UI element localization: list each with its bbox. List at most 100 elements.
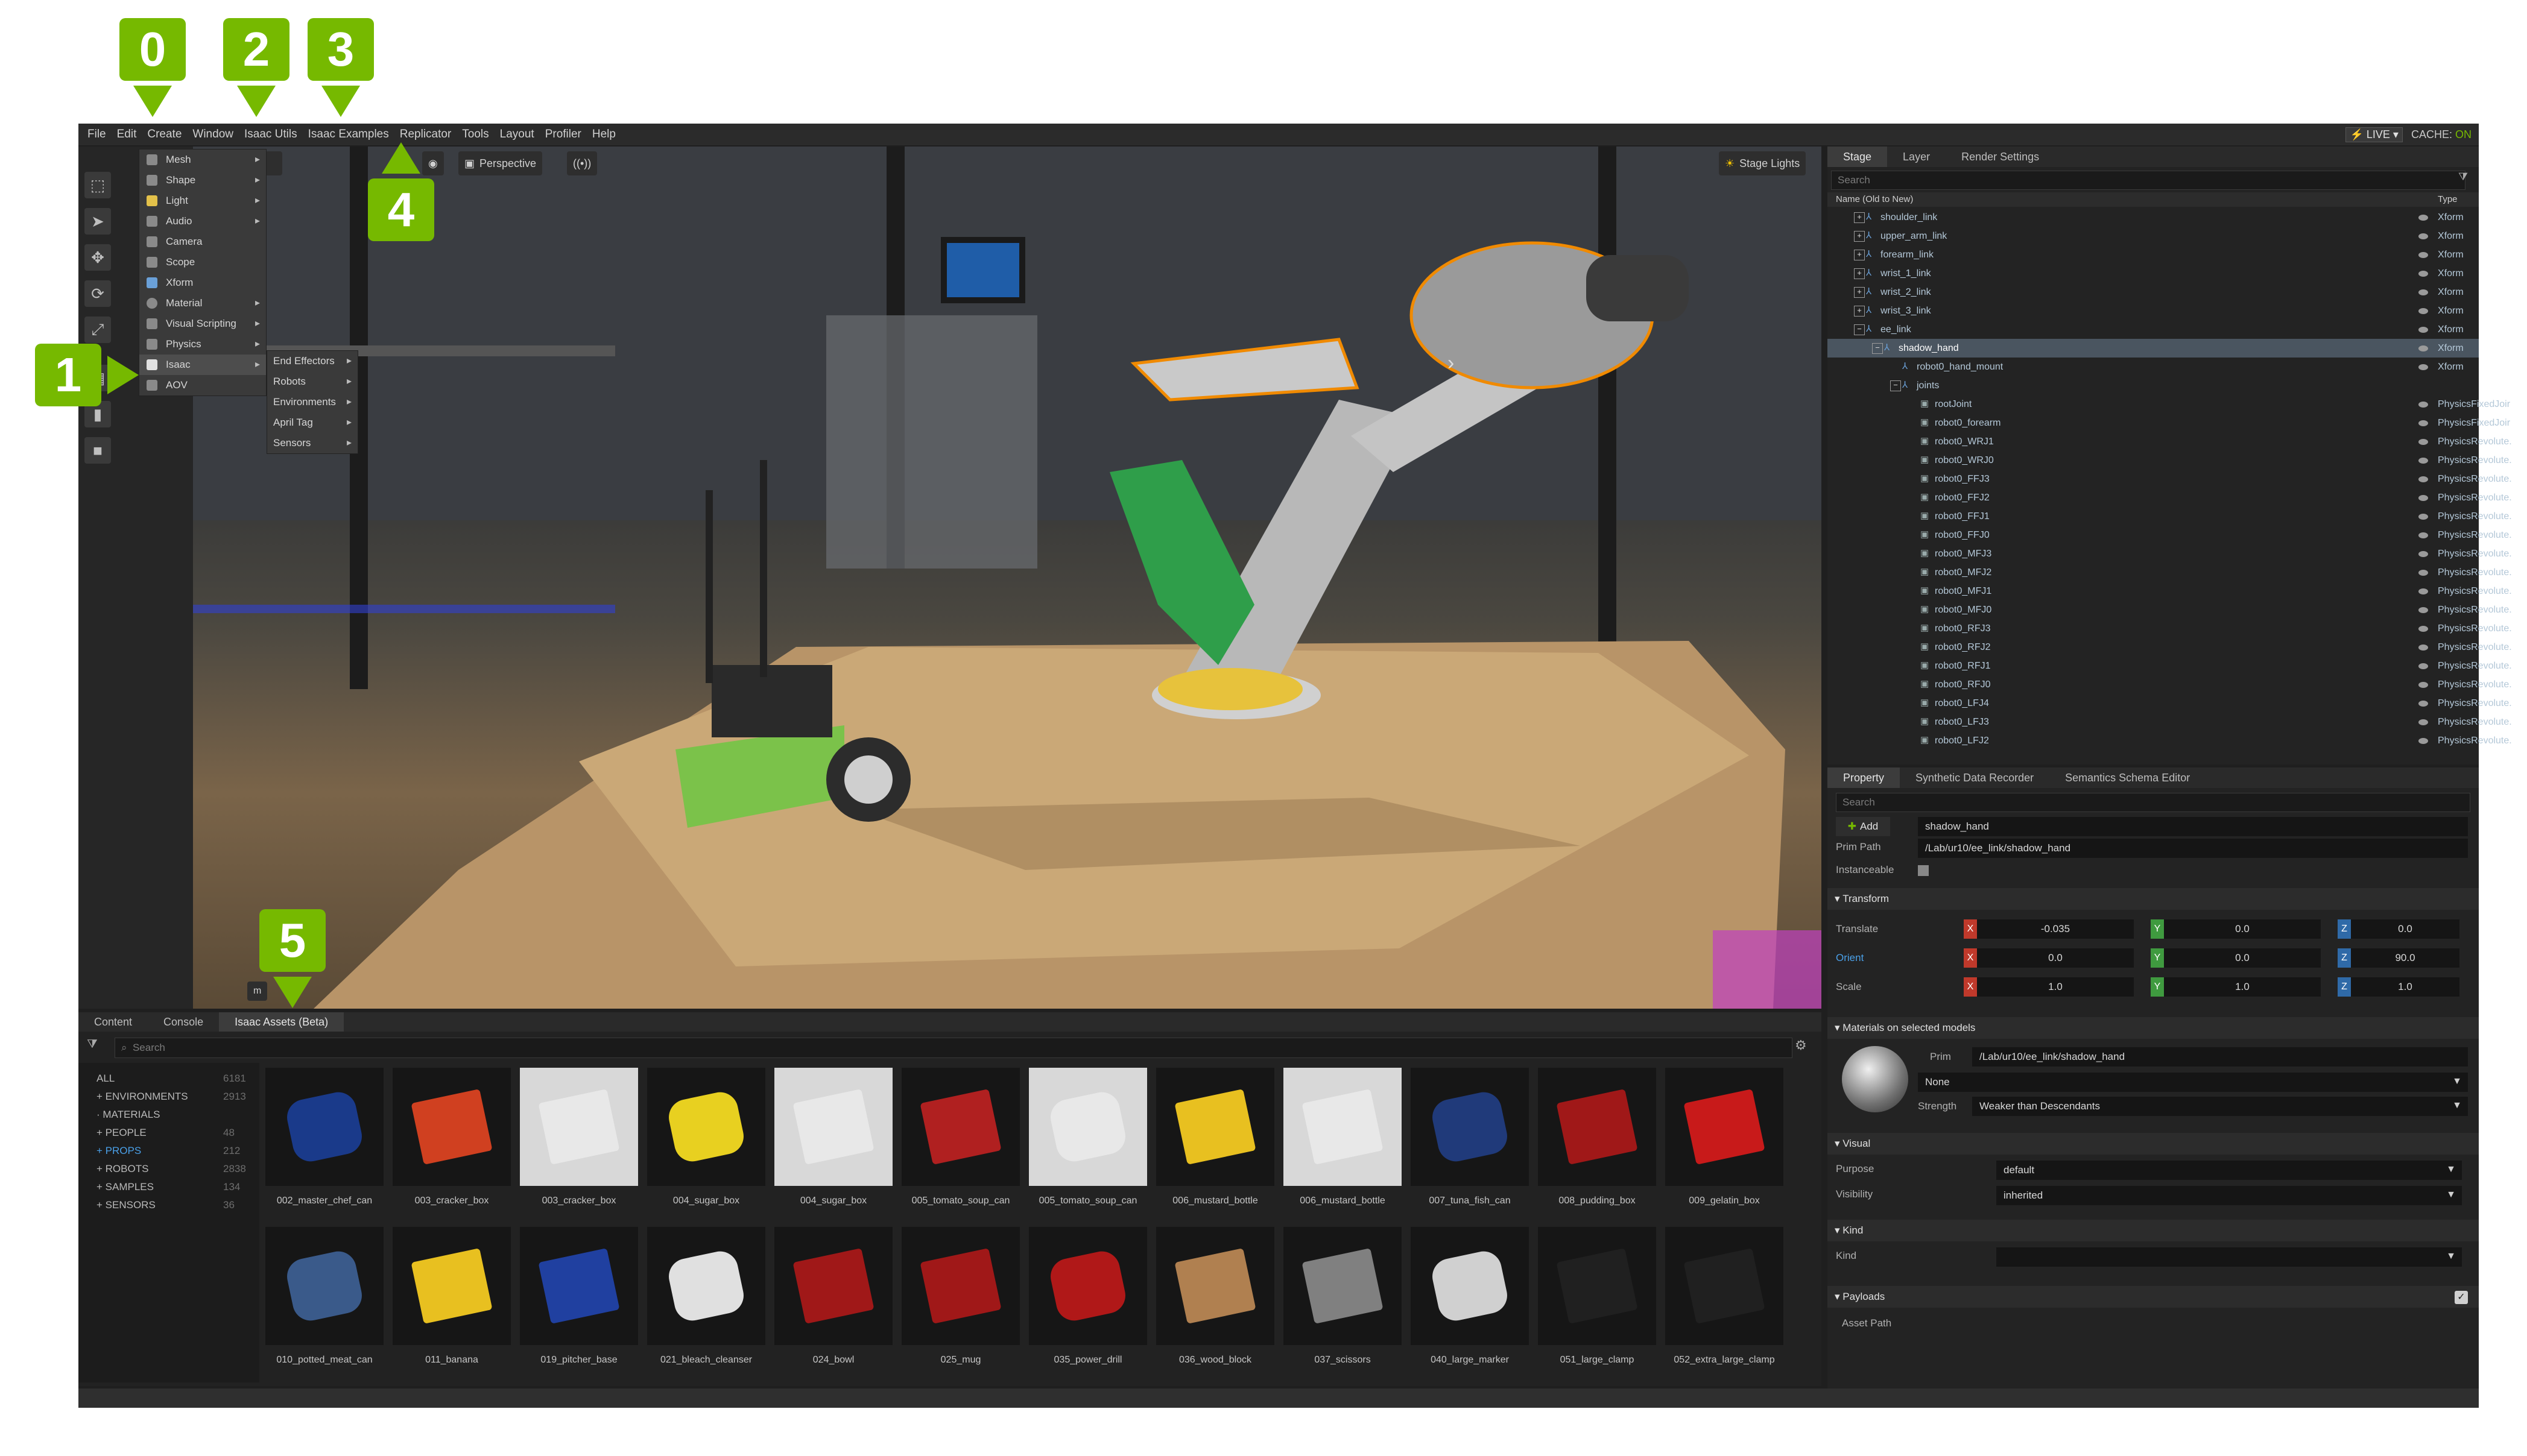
eye-icon[interactable] (2418, 494, 2428, 501)
collapse-icon[interactable]: − (1890, 380, 1901, 391)
asset-thumbnail[interactable]: 002_master_chef_can (265, 1068, 384, 1206)
stage-tree-row[interactable]: ▣ robot0_RFJ2 PhysicsRevolute. (1827, 638, 2512, 657)
viewport[interactable]: ◉ ▣ Perspective ((•)) ☀ Stage Lights m › (193, 147, 1821, 1009)
eye-icon[interactable] (2418, 700, 2428, 707)
asset-thumbnail[interactable]: 052_extra_large_clamp (1665, 1227, 1783, 1365)
stage-tree-row[interactable]: ▣ robot0_FFJ2 PhysicsRevolute. (1827, 488, 2512, 507)
menu-isaac-utils[interactable]: Isaac Utils (239, 128, 303, 141)
asset-thumbnail[interactable]: 007_tuna_fish_can (1411, 1068, 1529, 1206)
eye-icon[interactable] (2418, 569, 2428, 576)
instanceable-checkbox[interactable] (1918, 865, 1929, 876)
render-mode-button[interactable]: ◉ (422, 151, 444, 175)
transform-section-header[interactable]: ▾ Transform (1827, 888, 2479, 910)
stage-tree-row[interactable]: ▣ robot0_LFJ2 PhysicsRevolute. (1827, 731, 2512, 750)
visibility-select[interactable]: inherited ▼ (1996, 1186, 2462, 1205)
stage-tree-row[interactable]: ▣ robot0_LFJ3 PhysicsRevolute. (1827, 713, 2512, 731)
create-menu-item-light[interactable]: Light ▸ (139, 191, 266, 211)
create-menu-item-aov[interactable]: AOV (139, 375, 266, 396)
stage-tree-row[interactable]: − ⅄ ee_link Xform (1827, 320, 2479, 339)
stage-tree-row[interactable]: − ⅄ shadow_hand Xform (1827, 339, 2479, 358)
asset-thumbnail[interactable]: 003_cracker_box (520, 1068, 638, 1206)
asset-thumbnail[interactable]: 037_scissors (1283, 1227, 1402, 1365)
select-icon[interactable]: ⬚ (84, 172, 111, 198)
eye-icon[interactable] (2418, 214, 2428, 221)
eye-icon[interactable] (2418, 719, 2428, 725)
filter-icon[interactable]: ⧩ (87, 1038, 105, 1056)
eye-icon[interactable] (2418, 457, 2428, 464)
purpose-select[interactable]: default ▼ (1996, 1161, 2462, 1180)
orient-y-field[interactable]: 0.0 (2164, 948, 2321, 968)
tab-console[interactable]: Console (148, 1012, 219, 1032)
eye-icon[interactable] (2418, 345, 2428, 351)
eye-icon[interactable] (2418, 737, 2428, 744)
menu-layout[interactable]: Layout (495, 128, 540, 141)
eye-icon[interactable] (2418, 251, 2428, 258)
isaac-submenu-item[interactable]: End Effectors ▸ (267, 351, 358, 371)
category-props[interactable]: + PROPS 212 (96, 1145, 240, 1157)
kind-section-header[interactable]: ▾ Kind (1827, 1220, 2479, 1241)
collapse-icon[interactable]: − (1854, 324, 1865, 335)
category-all[interactable]: ALL 6181 (96, 1073, 246, 1085)
stage-tree-row[interactable]: ▣ rootJoint PhysicsFixedJoir (1827, 395, 2510, 414)
strength-select[interactable]: Weaker than Descendants ▼ (1972, 1097, 2468, 1116)
eye-icon[interactable] (2418, 513, 2428, 520)
add-button[interactable]: ✚ Add (1836, 817, 1890, 836)
stage-tree-row[interactable]: ▣ robot0_RFJ1 PhysicsRevolute. (1827, 657, 2512, 675)
collapse-icon[interactable]: − (1872, 343, 1883, 354)
move-icon[interactable]: ✥ (84, 244, 111, 271)
stage-tree-row[interactable]: ▣ robot0_WRJ0 PhysicsRevolute. (1827, 451, 2512, 470)
live-button[interactable]: ⚡ LIVE ▾ (2345, 127, 2403, 142)
asset-thumbnail[interactable]: 009_gelatin_box (1665, 1068, 1783, 1206)
tab-synthetic-data-recorder[interactable]: Synthetic Data Recorder (1900, 767, 2049, 788)
stage-tree-row[interactable]: + ⅄ shoulder_link Xform (1827, 208, 2479, 227)
scale-z-field[interactable]: 1.0 (2351, 977, 2459, 997)
eye-icon[interactable] (2418, 644, 2428, 651)
asset-thumbnail[interactable]: 004_sugar_box (647, 1068, 765, 1206)
stage-search-input[interactable]: Search (1831, 171, 2465, 190)
tab-property[interactable]: Property (1827, 767, 1900, 788)
translate-x-field[interactable]: -0.035 (1977, 919, 2134, 939)
asset-thumbnail[interactable]: 040_large_marker (1411, 1227, 1529, 1365)
expand-icon[interactable]: + (1854, 212, 1865, 223)
isaac-submenu-item[interactable]: Sensors ▸ (267, 433, 358, 453)
eye-icon[interactable] (2418, 364, 2428, 370)
menu-help[interactable]: Help (587, 128, 621, 141)
category-robots[interactable]: + ROBOTS 2838 (96, 1163, 246, 1175)
stage-tree-row[interactable]: + ⅄ wrist_3_link Xform (1827, 301, 2479, 320)
eye-icon[interactable] (2418, 326, 2428, 333)
tab-isaac-assets[interactable]: Isaac Assets (Beta) (219, 1012, 344, 1032)
asset-thumbnail[interactable]: 005_tomato_soup_can (902, 1068, 1020, 1206)
menu-create[interactable]: Create (142, 128, 187, 141)
stage-tree-row[interactable]: ▣ robot0_forearm PhysicsFixedJoir (1827, 414, 2510, 432)
stage-tree-row[interactable]: + ⅄ wrist_1_link Xform (1827, 264, 2479, 283)
menu-window[interactable]: Window (187, 128, 239, 141)
payloads-checkbox[interactable]: ✓ (2455, 1291, 2468, 1304)
eye-icon[interactable] (2418, 476, 2428, 482)
eye-icon[interactable] (2418, 307, 2428, 314)
asset-thumbnail[interactable]: 006_mustard_bottle (1283, 1068, 1402, 1206)
category-sensors[interactable]: + SENSORS 36 (96, 1199, 235, 1211)
stage-tree-row[interactable]: ▣ robot0_WRJ1 PhysicsRevolute. (1827, 432, 2512, 451)
stage-tree-row[interactable]: − ⅄ joints (1827, 376, 2479, 395)
orient-label[interactable]: Orient (1836, 952, 1864, 964)
create-menu-item-physics[interactable]: Physics ▸ (139, 334, 266, 355)
tab-stage[interactable]: Stage (1827, 147, 1888, 167)
stage-tree-row[interactable]: ▣ robot0_RFJ0 PhysicsRevolute. (1827, 675, 2512, 694)
stage-tree-row[interactable]: ▣ robot0_MFJ2 PhysicsRevolute. (1827, 563, 2512, 582)
isaac-submenu-item[interactable]: April Tag ▸ (267, 412, 358, 433)
eye-icon[interactable] (2418, 270, 2428, 277)
eye-icon[interactable] (2418, 289, 2428, 295)
asset-thumbnail[interactable]: 025_mug (902, 1227, 1020, 1365)
scale-icon[interactable]: ⤢ (84, 317, 111, 343)
create-menu-item-audio[interactable]: Audio ▸ (139, 211, 266, 232)
material-prim-field[interactable]: /Lab/ur10/ee_link/shadow_hand (1972, 1047, 2468, 1067)
stage-tree-row[interactable]: ▣ robot0_MFJ0 PhysicsRevolute. (1827, 600, 2512, 619)
prim-path-field[interactable]: /Lab/ur10/ee_link/shadow_hand (1918, 839, 2468, 858)
eye-icon[interactable] (2418, 420, 2428, 426)
payloads-section-header[interactable]: ▾ Payloads (1827, 1286, 2479, 1308)
create-menu-item-scope[interactable]: Scope (139, 252, 266, 273)
tab-render-settings[interactable]: Render Settings (1946, 147, 2055, 167)
create-menu-item-xform[interactable]: Xform (139, 273, 266, 293)
asset-thumbnail[interactable]: 019_pitcher_base (520, 1227, 638, 1365)
stage-tree-row[interactable]: + ⅄ forearm_link Xform (1827, 245, 2479, 264)
